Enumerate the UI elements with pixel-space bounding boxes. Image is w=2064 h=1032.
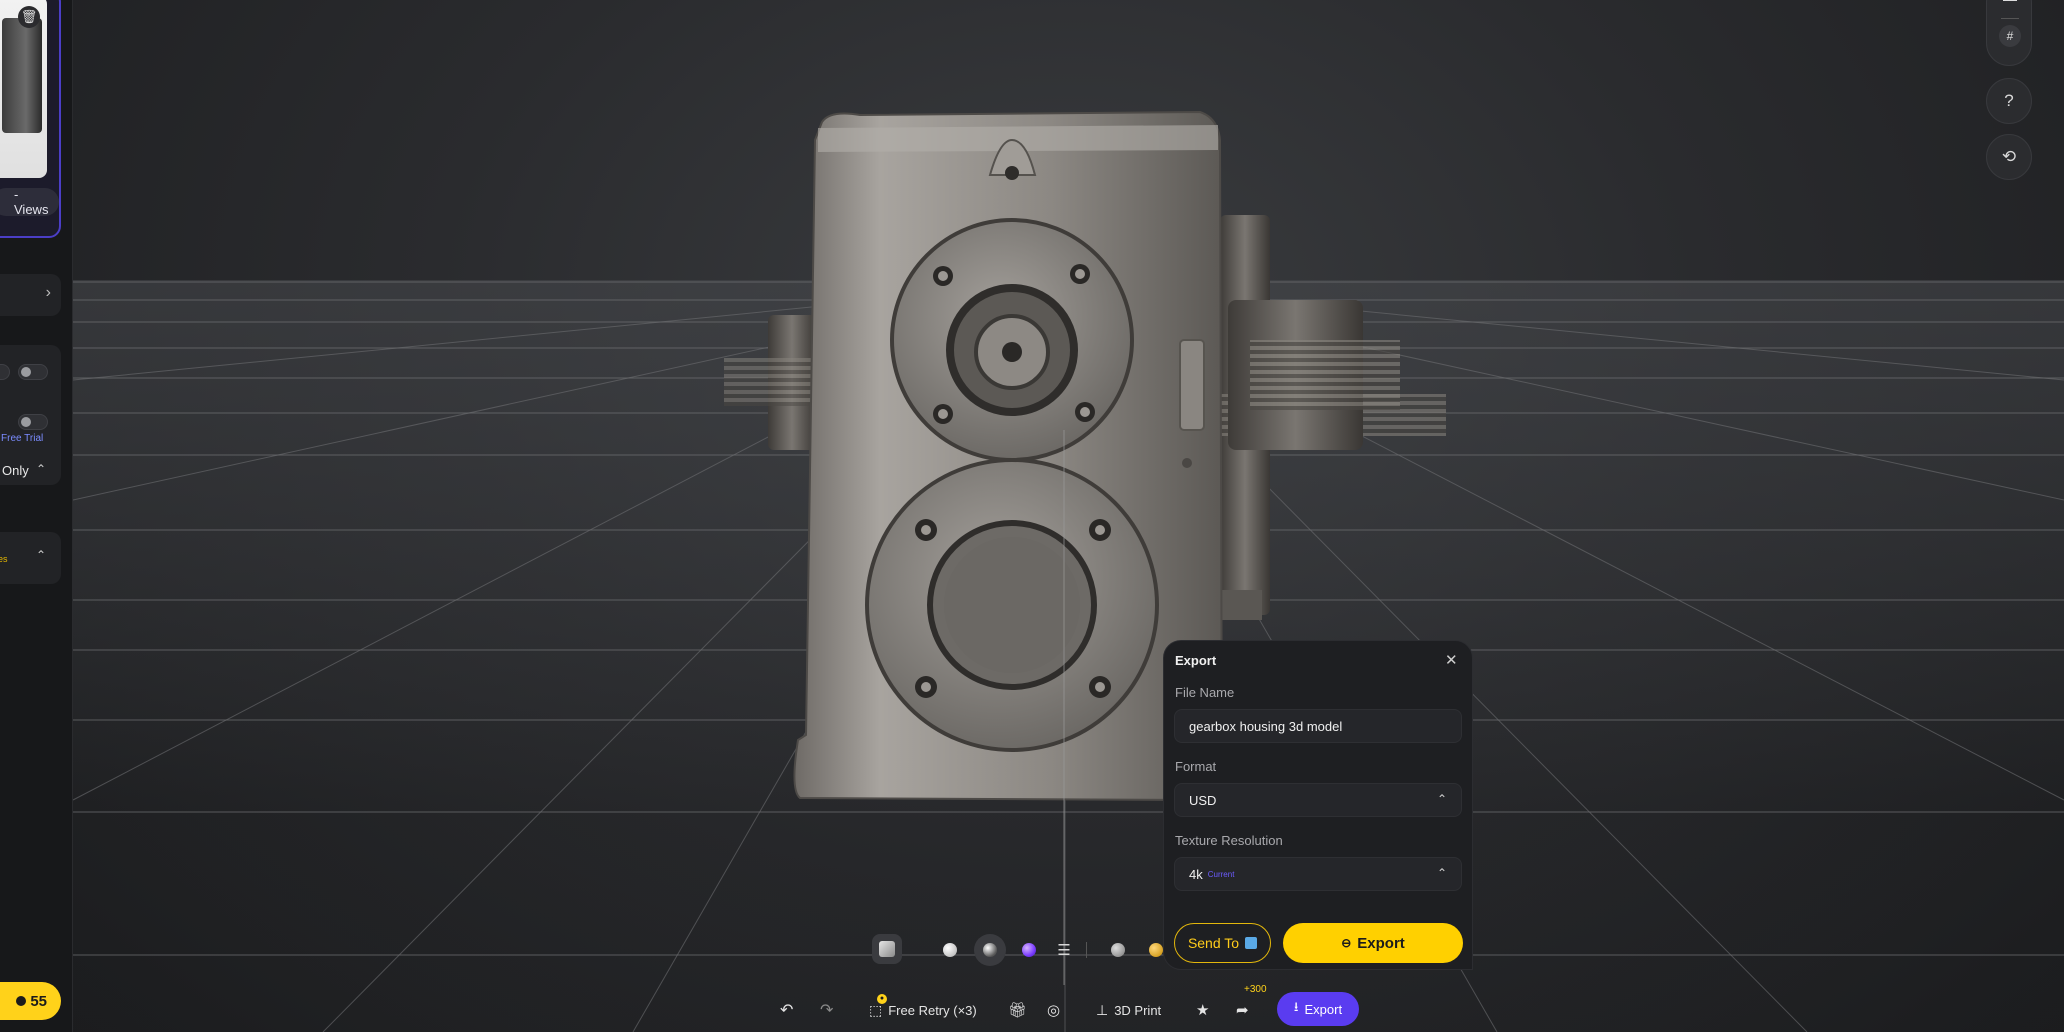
chevron-up-icon[interactable]: ⌃ bbox=[36, 462, 46, 476]
download-icon: ⭳ bbox=[1293, 999, 1299, 1014]
export-panel-title: Export bbox=[1175, 653, 1217, 668]
coin-icon bbox=[16, 996, 27, 1006]
share-icon[interactable]: ➦ bbox=[1236, 990, 1249, 1030]
left-sidebar: 🗑 -Views › Free Trial Only ⌃ es ⌃ 55 bbox=[0, 0, 73, 1032]
close-icon[interactable]: ✕ bbox=[1445, 651, 1458, 669]
file-name-label: File Name bbox=[1175, 685, 1235, 700]
free-retry-button[interactable]: ⬚ ● Free Retry (×3) bbox=[869, 990, 977, 1030]
white-material-icon bbox=[943, 943, 957, 957]
format-select[interactable]: USD ⌃ bbox=[1174, 783, 1462, 817]
chevron-up-icon: ⌃ bbox=[36, 548, 47, 562]
send-to-button[interactable]: Send To bbox=[1174, 923, 1271, 963]
texture-resolution-label: Texture Resolution bbox=[1175, 833, 1283, 848]
sidebar-options-group: Free Trial Only ⌃ bbox=[0, 345, 61, 485]
gift-icon[interactable]: 🎁︎ bbox=[1008, 990, 1027, 1030]
chevron-right-icon: › bbox=[45, 284, 51, 301]
sidebar-expand-row[interactable]: › bbox=[0, 274, 61, 316]
multi-views-chip[interactable]: -Views bbox=[0, 187, 59, 217]
only-select-label[interactable]: Only bbox=[2, 463, 29, 478]
trash-icon[interactable]: 🗑 bbox=[18, 6, 40, 28]
export-confirm-button[interactable]: ⊖ Export bbox=[1283, 923, 1463, 963]
file-name-field[interactable]: gearbox housing 3d model bbox=[1174, 709, 1462, 743]
format-label: Format bbox=[1175, 759, 1217, 774]
print-icon: ⊥ bbox=[1096, 1001, 1109, 1018]
retry-cube-icon: ⬚ ● bbox=[869, 993, 887, 1019]
bottom-action-bar: ↶ ↷ ⬚ ● Free Retry (×3) 🎁︎ ◎ ⊥ 3D Print ★… bbox=[770, 984, 1363, 1030]
model-thumbnail[interactable]: 🗑 bbox=[0, 0, 47, 178]
gray-material-icon bbox=[1111, 943, 1125, 957]
sliders-icon[interactable]: ☰ bbox=[1052, 938, 1076, 962]
free-trial-toggle[interactable] bbox=[18, 414, 48, 430]
rail-divider bbox=[2001, 18, 2019, 19]
gearbox-model[interactable] bbox=[0, 0, 2064, 1032]
send-to-label: Send To bbox=[1187, 935, 1240, 951]
export-circle-icon: ⊖ bbox=[1341, 936, 1352, 950]
format-value: USD bbox=[1189, 792, 1217, 808]
star-icon[interactable]: ★ bbox=[1196, 990, 1209, 1030]
clay-material-icon bbox=[983, 943, 997, 957]
chevron-up-icon: ⌃ bbox=[1436, 792, 1447, 806]
export-panel: Export ✕ File Name gearbox housing 3d mo… bbox=[1163, 640, 1473, 970]
model-thumbnail-card[interactable]: 🗑 -Views bbox=[0, 0, 61, 238]
export-confirm-label: Export bbox=[1357, 934, 1405, 952]
texture-resolution-sub: Current bbox=[1207, 869, 1235, 879]
cube-view-button[interactable] bbox=[872, 934, 902, 964]
cube-icon bbox=[879, 941, 895, 957]
redo-icon[interactable]: ↷ bbox=[820, 990, 833, 1030]
grid-icon[interactable]: # bbox=[1999, 25, 2021, 47]
help-button[interactable]: ? bbox=[1986, 78, 2032, 124]
app-root: 🗑 -Views › Free Trial Only ⌃ es ⌃ 55 # bbox=[0, 0, 2064, 1032]
3d-print-label: 3D Print bbox=[1114, 1002, 1162, 1018]
white-material-button[interactable] bbox=[938, 938, 962, 962]
option-toggle[interactable] bbox=[0, 364, 10, 380]
ar-view-icon[interactable]: ◎ bbox=[1047, 990, 1060, 1030]
rail-top-group: # bbox=[1986, 0, 2032, 66]
option-toggle[interactable] bbox=[18, 364, 48, 380]
texture-resolution-select[interactable]: 4k Current ⌃ bbox=[1174, 857, 1462, 891]
share-bonus-label: +300 bbox=[1244, 984, 1267, 995]
toolbar-divider bbox=[1086, 942, 1087, 958]
thumbnail-model-shape bbox=[2, 18, 42, 133]
texture-resolution-value: 4k bbox=[1189, 866, 1203, 882]
free-retry-label: Free Retry (×3) bbox=[888, 1002, 977, 1018]
sidebar-tag: es bbox=[0, 554, 8, 564]
gray-material-button[interactable] bbox=[1106, 938, 1130, 962]
history-icon: ⟲ bbox=[2001, 147, 2017, 166]
chevron-up-icon: ⌃ bbox=[1436, 866, 1447, 880]
help-icon: ? bbox=[2004, 91, 2014, 110]
gold-material-icon bbox=[1149, 943, 1163, 957]
clay-material-button[interactable] bbox=[974, 934, 1006, 966]
free-trial-label: Free Trial bbox=[1, 433, 44, 444]
app-icon bbox=[1245, 937, 1258, 949]
3d-print-button[interactable]: ⊥ 3D Print bbox=[1096, 990, 1161, 1030]
undo-icon[interactable]: ↶ bbox=[780, 990, 793, 1030]
file-name-value: gearbox housing 3d model bbox=[1189, 718, 1343, 734]
color-material-button[interactable] bbox=[1017, 938, 1041, 962]
history-button[interactable]: ⟲ bbox=[1986, 134, 2032, 180]
credits-button[interactable]: 55 bbox=[0, 982, 61, 1020]
material-toolbar: ☰ bbox=[864, 930, 1170, 970]
minus-icon[interactable] bbox=[2003, 0, 2017, 1]
sidebar-collapsible-row[interactable]: es ⌃ bbox=[0, 532, 61, 584]
retry-badge: ● bbox=[877, 993, 887, 1004]
export-button[interactable]: ⭳ Export bbox=[1277, 992, 1359, 1026]
credits-count: 55 bbox=[30, 992, 47, 1010]
color-material-icon bbox=[1022, 943, 1036, 957]
export-label: Export bbox=[1304, 1001, 1343, 1017]
